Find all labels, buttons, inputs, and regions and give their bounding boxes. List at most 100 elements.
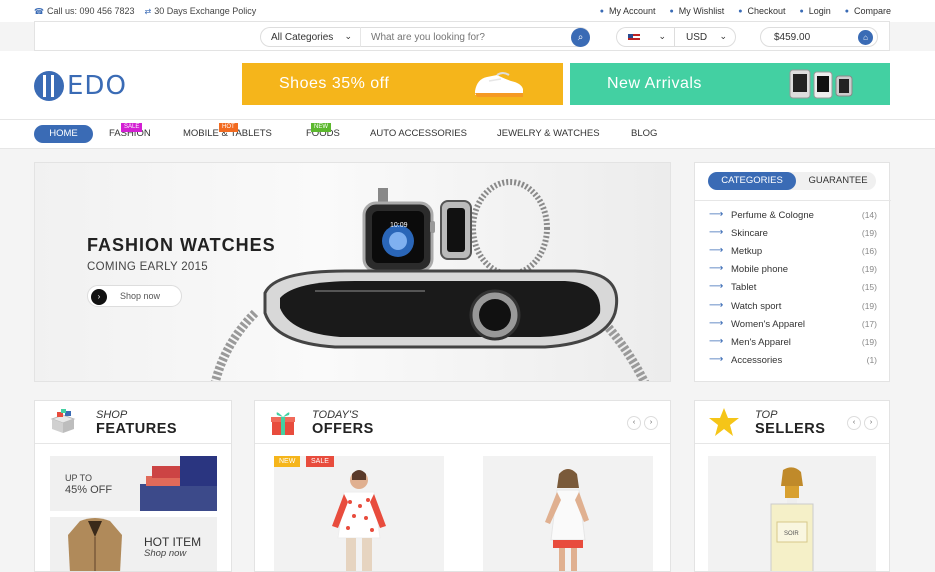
chevron-down-icon: ⌄	[344, 31, 352, 41]
new-tag: NEW	[274, 456, 301, 467]
search-button[interactable]: ⌕	[571, 28, 590, 47]
perfume-bottle-image: SOIR	[770, 467, 814, 571]
shop-features-card: SHOP FEATURES UP TO 45% OFF HOT ITEM Sho…	[34, 400, 232, 572]
arrow-right-icon: ⟶	[709, 281, 724, 292]
promo-up-to-45[interactable]: UP TO 45% OFF	[50, 456, 217, 511]
arrow-right-icon: ⟶	[709, 336, 724, 347]
basket-icon: ⌂	[858, 30, 873, 45]
my-wishlist-link[interactable]: ● My Wishlist	[669, 6, 724, 16]
arrow-right-icon: ⟶	[709, 263, 724, 274]
category-item[interactable]: ⟶ Perfume & Cologne (14)	[709, 209, 877, 225]
phone-info: ☎ Call us: 090 456 7823	[34, 6, 135, 16]
offers-carousel-arrows: ‹ ›	[627, 416, 658, 430]
promo-hot-item[interactable]: HOT ITEM Shop now	[50, 517, 217, 571]
gift-icon	[271, 412, 295, 435]
perfume-label: SOIR	[784, 531, 799, 537]
policy-info: ⇄ 30 Days Exchange Policy	[145, 6, 257, 16]
sellers-title: SELLERS	[755, 421, 826, 437]
category-item[interactable]: ⟶ Women's Apparel (17)	[709, 318, 877, 334]
top-sellers-card: TOP SELLERS ‹ › SOIR	[694, 400, 890, 572]
category-item[interactable]: ⟶ Metkup (16)	[709, 245, 877, 261]
search-bar: All Categories ⌄ ⌕ ⌄ USD ⌄ $459.00 ⌂	[34, 21, 890, 51]
sale-badge: SALE	[121, 123, 143, 132]
cart-button[interactable]: $459.00 ⌂	[760, 27, 878, 47]
category-item[interactable]: ⟶ Mobile phone (19)	[709, 263, 877, 279]
arrow-right-icon: ⟶	[709, 318, 724, 329]
search-icon: ⌕	[577, 32, 584, 43]
tab-guarantee[interactable]: GUARANTEE	[790, 172, 876, 190]
woman-polka-dress-image	[332, 470, 386, 571]
next-arrow-icon[interactable]: ›	[864, 416, 878, 430]
nav-home[interactable]: HOME	[34, 125, 93, 143]
nav-mobile-tablets[interactable]: HOT MOBILE & TABLETS	[183, 123, 272, 139]
arrow-right-icon: ⟶	[709, 300, 724, 311]
phone-icon: ☎	[34, 7, 44, 16]
main-nav: HOME SALE FASHION HOT MOBILE & TABLETS N…	[0, 119, 935, 149]
exchange-icon: ⇄	[144, 7, 152, 16]
features-pre: SHOP	[96, 409, 128, 421]
new-arrivals-banner[interactable]: New Arrivals	[570, 63, 890, 105]
shop-now-button[interactable]: › Shop now	[87, 285, 182, 307]
hot-badge: HOT	[219, 123, 238, 132]
logo-mark-icon	[34, 71, 64, 101]
arrow-right-icon: ⟶	[709, 245, 724, 256]
shoes-banner[interactable]: Shoes 35% off	[242, 63, 563, 105]
boxes-icon	[50, 409, 76, 433]
category-item[interactable]: ⟶ Men's Apparel (19)	[709, 336, 877, 352]
us-flag-icon	[628, 34, 640, 42]
seller-product-1[interactable]: SOIR	[708, 456, 876, 571]
nav-fashion[interactable]: SALE FASHION	[109, 123, 151, 139]
woman-white-dress-image	[545, 469, 589, 571]
category-item[interactable]: ⟶ Accessories (1)	[709, 354, 877, 370]
clothes-stack-image	[140, 456, 217, 511]
sellers-pre: TOP	[755, 409, 778, 421]
watch-hero-image: 10:09	[210, 179, 650, 381]
top-bar: ☎ Call us: 090 456 7823 ⇄ 30 Days Exchange…	[0, 0, 935, 22]
offers-pre: TODAY'S	[312, 409, 359, 421]
logo[interactable]: EDO	[34, 71, 127, 101]
offers-title: OFFERS	[312, 421, 374, 437]
sellers-carousel-arrows: ‹ ›	[847, 416, 878, 430]
tab-categories[interactable]: CATEGORIES	[708, 172, 796, 190]
category-item[interactable]: ⟶ Skincare (19)	[709, 227, 877, 243]
shoe-image	[475, 72, 523, 97]
category-item[interactable]: ⟶ Tablet (15)	[709, 281, 877, 297]
compare-link[interactable]: ● Compare	[845, 6, 891, 16]
currency-select[interactable]: USD ⌄	[674, 27, 736, 47]
login-link[interactable]: ● Login	[799, 6, 830, 16]
nav-blog[interactable]: BLOG	[631, 128, 657, 139]
nav-foods[interactable]: NEW FOODS	[306, 123, 340, 139]
language-select[interactable]: ⌄	[616, 27, 674, 47]
next-arrow-icon[interactable]: ›	[644, 416, 658, 430]
my-account-link[interactable]: ● My Account	[600, 6, 656, 16]
cart-total: $459.00	[774, 32, 811, 43]
search-input[interactable]	[360, 27, 590, 47]
jacket-image	[68, 518, 122, 571]
new-badge: NEW	[311, 123, 331, 132]
phone-text: Call us: 090 456 7823	[46, 6, 135, 16]
watch-image	[789, 69, 853, 99]
category-item[interactable]: ⟶ Watch sport (19)	[709, 300, 877, 316]
arrow-right-icon: ⟶	[709, 209, 724, 220]
features-title: FEATURES	[96, 421, 178, 437]
offer-product-1[interactable]: NEW SALE	[274, 456, 444, 571]
divider	[695, 200, 891, 201]
nav-jewelry-watches[interactable]: JEWELRY & WATCHES	[497, 128, 600, 139]
star-icon	[709, 408, 739, 436]
chevron-right-icon: ›	[91, 289, 107, 305]
arrow-right-icon: ⟶	[709, 354, 724, 365]
arrow-right-icon: ⟶	[709, 227, 724, 238]
hero-slider[interactable]: FASHION WATCHES COMING EARLY 2015 › Shop…	[34, 162, 671, 382]
chevron-down-icon: ⌄	[719, 31, 727, 41]
header: EDO Shoes 35% off New Arrivals	[0, 51, 935, 119]
checkout-link[interactable]: ● Checkout	[738, 6, 785, 16]
nav-auto-accessories[interactable]: AUTO ACCESSORIES	[370, 128, 467, 139]
prev-arrow-icon[interactable]: ‹	[847, 416, 861, 430]
categories-panel: GUARANTEE CATEGORIES ⟶ Perfume & Cologne(…	[694, 162, 891, 382]
chevron-down-icon: ⌄	[658, 31, 666, 41]
category-select[interactable]: All Categories ⌄	[260, 27, 360, 47]
offer-product-2[interactable]	[483, 456, 653, 571]
policy-text: 30 Days Exchange Policy	[154, 6, 257, 16]
todays-offers-card: TODAY'S OFFERS ‹ › NEW SALE	[254, 400, 671, 572]
prev-arrow-icon[interactable]: ‹	[627, 416, 641, 430]
